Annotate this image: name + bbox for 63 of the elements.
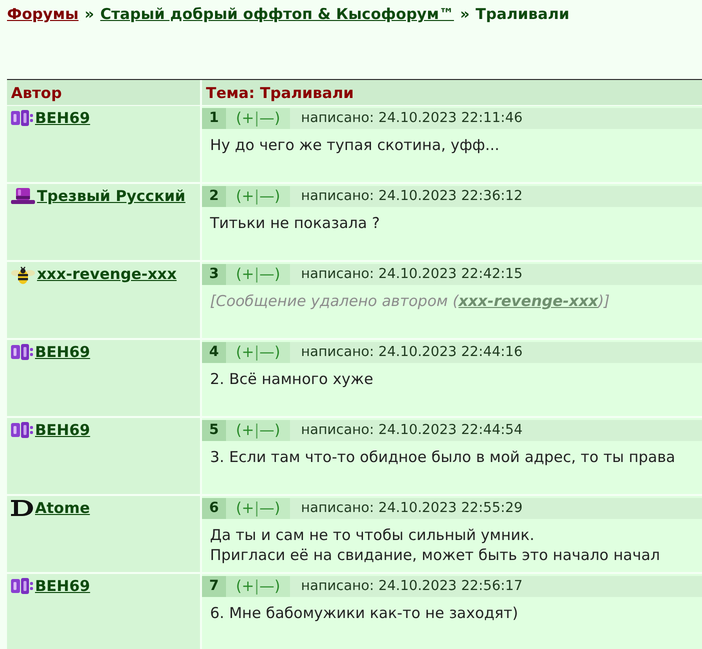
vote-bracket: ) [274,576,280,597]
forum-link[interactable]: Старый добрый оффтоп & Кысофорум™ [100,4,454,24]
author-link[interactable]: BEH69 [35,110,90,127]
post-message: Титьки не показала ? [209,213,381,233]
author-link[interactable]: Трезвый Русский [37,188,186,205]
current-topic: Траливали [476,4,570,24]
post-message: 6. Мне бабомужики как-то не заходят) [209,603,520,623]
post-number[interactable]: 3 [202,264,226,285]
blocks-icon [11,110,33,126]
vote-divider: | [254,576,260,597]
vote-bracket: ( [236,498,242,519]
vote-divider: | [254,420,260,441]
post-message: Ну до чего же тупая скотина, уфф... [209,135,500,155]
vote-bracket: ( [236,576,242,597]
breadcrumb-separator: » [84,4,94,24]
vote-bracket: ( [236,108,242,129]
post-number[interactable]: 1 [202,108,226,129]
post-timestamp: написано: 24.10.2023 22:42:15 [300,265,523,284]
post-number[interactable]: 5 [202,420,226,441]
post-message: 2. Всё намного хуже [209,369,374,389]
vote-bracket: ) [274,420,280,441]
vote-divider: | [254,186,260,207]
vote-bracket: ) [274,342,280,363]
vote-divider: | [254,342,260,363]
author-link[interactable]: xxx-revenge-xxx [37,266,177,283]
blocks-icon [11,578,33,594]
author-link[interactable]: BEH69 [35,578,90,595]
vote-bracket: ( [236,420,242,441]
vote-divider: | [254,498,260,519]
letter-d-icon [11,500,33,516]
blocks-icon [11,422,33,438]
author-link[interactable]: BEH69 [35,422,90,439]
vote-bracket: ( [236,186,242,207]
hat-icon [11,188,35,204]
vote-bracket: ) [274,186,280,207]
breadcrumb-separator: » [460,4,470,24]
vote-bracket: ) [274,108,280,129]
author-column-header: Автор [7,80,200,105]
post-timestamp: написано: 24.10.2023 22:44:54 [300,421,523,440]
author-link[interactable]: BEH69 [35,344,90,361]
bee-icon [11,266,35,284]
vote-divider: | [254,264,260,285]
vote-bracket: ) [274,264,280,285]
post-number[interactable]: 4 [202,342,226,363]
blocks-icon [11,344,33,360]
post-number[interactable]: 6 [202,498,226,519]
post-number[interactable]: 7 [202,576,226,597]
post-timestamp: написано: 24.10.2023 22:36:12 [300,187,523,206]
post-timestamp: написано: 24.10.2023 22:55:29 [300,499,523,518]
author-link[interactable]: Atome [35,500,90,517]
post-timestamp: написано: 24.10.2023 22:11:46 [300,109,523,128]
post-timestamp: написано: 24.10.2023 22:44:16 [300,343,523,362]
deleted-notice: [Сообщение удалено автором (xxx-revenge-xxx)] [209,291,611,311]
post-message: Да ты и сам не то чтобы сильный умник. Пригласи её на свидание, может быть это начало начал [209,525,662,565]
vote-bracket: ( [236,264,242,285]
topic-column-header: Тема: Траливали [202,80,702,105]
vote-bracket: ( [236,342,242,363]
vote-divider: | [254,108,260,129]
post-timestamp: написано: 24.10.2023 22:56:17 [300,577,523,596]
vote-bracket: ) [274,498,280,519]
post-number[interactable]: 2 [202,186,226,207]
forums-link[interactable]: Форумы [7,4,79,24]
post-message: 3. Если там что-то обидное было в мой адрес, то ты права [209,447,676,467]
